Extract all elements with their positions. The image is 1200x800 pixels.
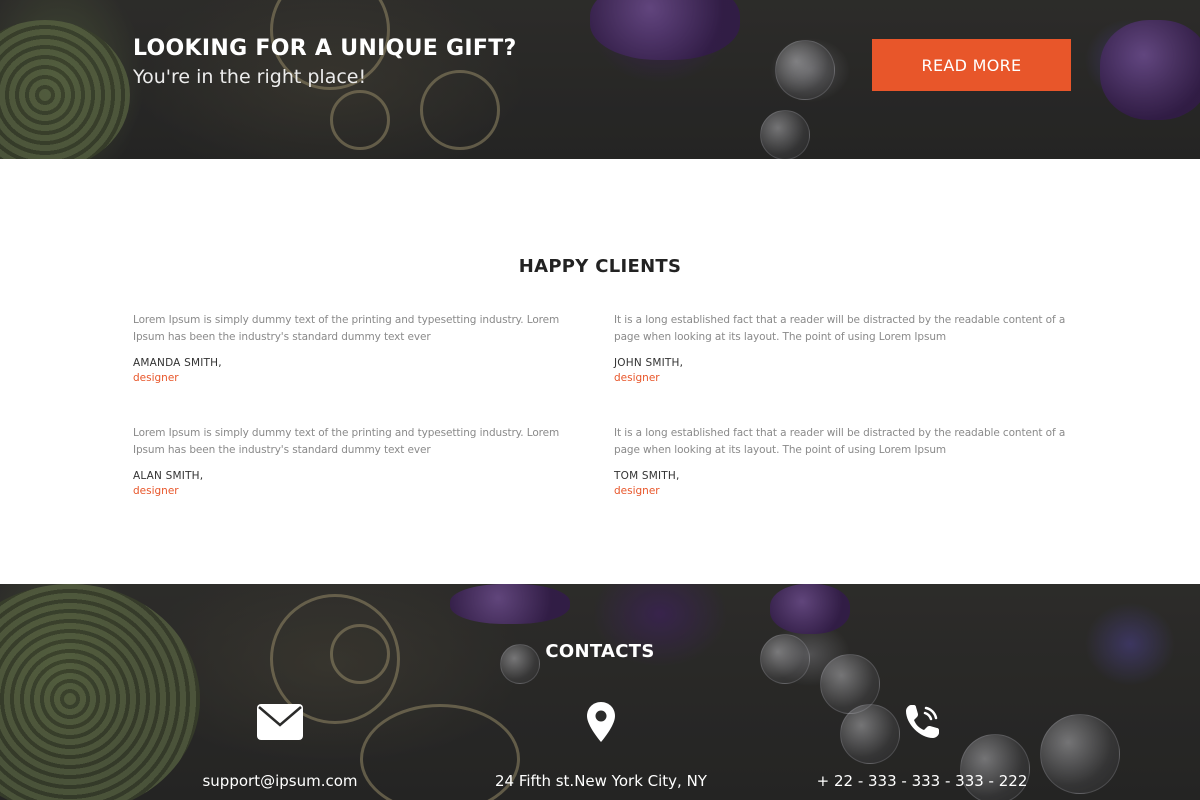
testimonial-author: TOM SMITH, bbox=[614, 470, 680, 482]
email-link[interactable]: support@ipsum.com bbox=[130, 772, 430, 790]
hero-subtitle: You're in the right place! bbox=[133, 66, 367, 88]
hero-title: LOOKING FOR A UNIQUE GIFT? bbox=[133, 36, 517, 61]
phone-link[interactable]: + 22 - 333 - 333 - 333 - 222 bbox=[772, 772, 1072, 790]
testimonial-card: Lorem Ipsum is simply dummy text of the … bbox=[133, 312, 588, 384]
testimonial-author: AMANDA SMITH, bbox=[133, 357, 222, 369]
testimonial-role: designer bbox=[133, 485, 179, 497]
testimonial-quote: It is a long established fact that a rea… bbox=[614, 427, 1066, 456]
contact-email: support@ipsum.com bbox=[130, 700, 430, 790]
happy-clients-section: HAPPY CLIENTS Lorem Ipsum is simply dumm… bbox=[0, 159, 1200, 584]
testimonial-author: JOHN SMITH, bbox=[614, 357, 684, 369]
contact-phone: + 22 - 333 - 333 - 333 - 222 bbox=[772, 700, 1072, 790]
testimonial-role: designer bbox=[614, 372, 660, 384]
testimonial-quote: Lorem Ipsum is simply dummy text of the … bbox=[133, 314, 560, 343]
testimonial-card: It is a long established fact that a rea… bbox=[614, 312, 1069, 384]
read-more-button[interactable]: READ MORE bbox=[872, 39, 1071, 91]
section-title: HAPPY CLIENTS bbox=[518, 256, 682, 277]
map-pin-icon bbox=[451, 700, 751, 744]
hero-banner: LOOKING FOR A UNIQUE GIFT? You're in the… bbox=[0, 0, 1200, 159]
testimonial-quote: It is a long established fact that a rea… bbox=[614, 314, 1066, 343]
envelope-icon bbox=[130, 700, 430, 744]
contacts-section: CONTACTS support@ipsum.com 24 Fifth st.N… bbox=[0, 584, 1200, 800]
testimonial-author: ALAN SMITH, bbox=[133, 470, 204, 482]
phone-icon bbox=[772, 700, 1072, 744]
testimonial-card: It is a long established fact that a rea… bbox=[614, 425, 1069, 497]
contacts-title: CONTACTS bbox=[545, 641, 655, 662]
testimonial-role: designer bbox=[133, 372, 179, 384]
testimonial-role: designer bbox=[614, 485, 660, 497]
testimonial-card: Lorem Ipsum is simply dummy text of the … bbox=[133, 425, 588, 497]
testimonial-quote: Lorem Ipsum is simply dummy text of the … bbox=[133, 427, 560, 456]
contact-address: 24 Fifth st.New York City, NY bbox=[451, 700, 751, 790]
address-text: 24 Fifth st.New York City, NY bbox=[495, 772, 707, 790]
